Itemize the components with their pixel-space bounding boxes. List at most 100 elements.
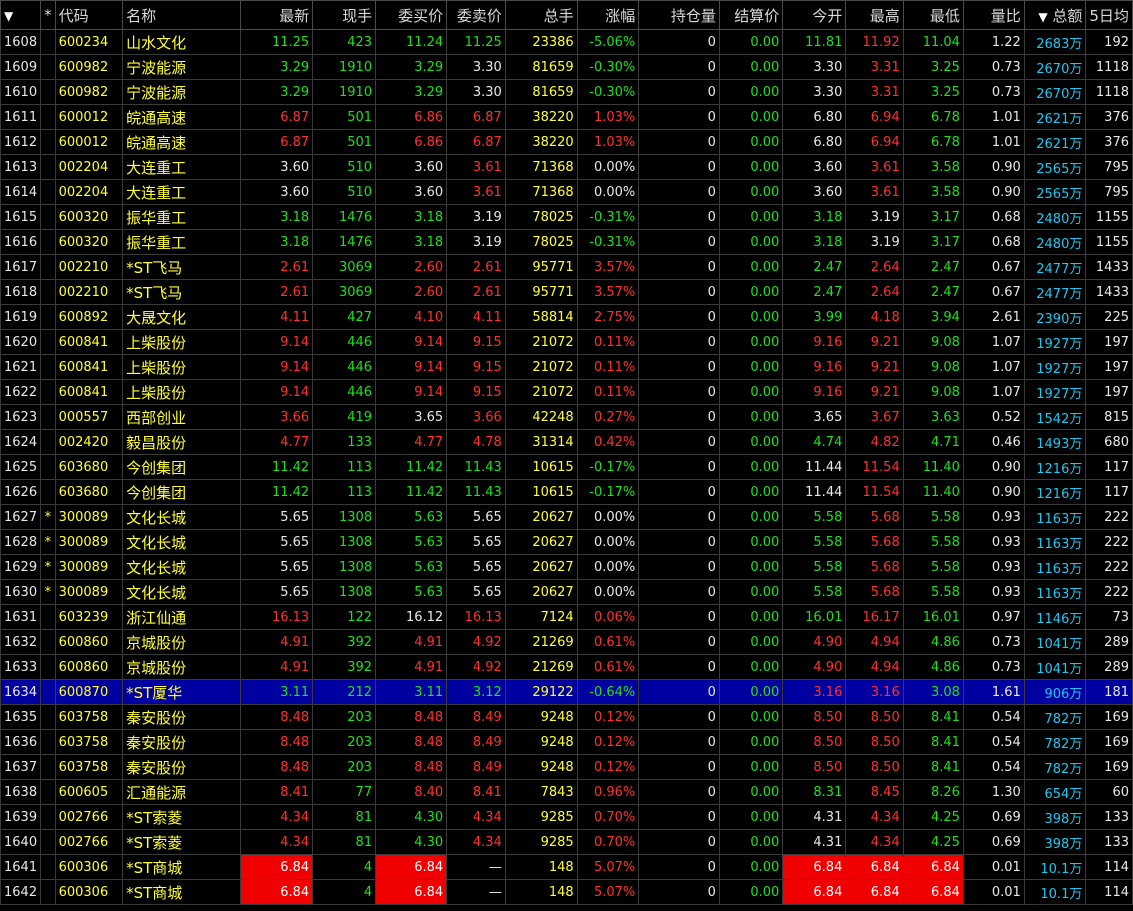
table-row[interactable]: 1639 002766 *ST索菱 4.34 81 4.30 4.34 9285 0.70% 0 0…	[0, 804, 1133, 830]
change-pct: 1.03%	[576, 129, 640, 155]
table-row[interactable]: 1611 600012 皖通高速 6.87 501 6.86 6.87 38220 1.03% 0…	[0, 104, 1133, 130]
total-amount: 2621万	[1023, 104, 1087, 130]
column-header-avg5[interactable]: 5日均	[1085, 0, 1133, 30]
table-row[interactable]: 1619 600892 大晟文化 4.11 427 4.10 4.11 58814 2.75% 0…	[0, 304, 1133, 330]
table-row[interactable]: 1640 002766 *ST索菱 4.34 81 4.30 4.34 9285 0.70% 0 0…	[0, 829, 1133, 855]
column-header-volume-ratio[interactable]: 量比	[962, 0, 1025, 30]
volume-ratio: 0.69	[962, 804, 1025, 830]
high-price: 5.68	[845, 579, 904, 605]
bid-price: 8.48	[375, 729, 448, 755]
table-row[interactable]: 1627 * 300089 文化长城 5.65 1308 5.63 5.65 20627 0.00…	[0, 504, 1133, 530]
last-price: 2.61	[239, 279, 314, 305]
total-volume: 29122	[504, 679, 578, 705]
table-row[interactable]: 1609 600982 宁波能源 3.29 1910 3.29 3.30 81659 -0.30…	[0, 54, 1133, 80]
favorite-marker: *	[40, 554, 56, 580]
volume-ratio: 1.01	[962, 129, 1025, 155]
total-volume: 78025	[504, 204, 578, 230]
table-row[interactable]: 1637 603758 秦安股份 8.48 203 8.48 8.49 9248 0.12% 0 0…	[0, 754, 1133, 780]
column-header-change-pct[interactable]: 涨幅	[576, 0, 640, 30]
table-row[interactable]: 1628 * 300089 文化长城 5.65 1308 5.63 5.65 20627 0.00…	[0, 529, 1133, 555]
current-volume: 1308	[312, 529, 377, 555]
last-price: 11.42	[239, 479, 314, 505]
column-header-high[interactable]: 最高	[845, 0, 904, 30]
table-row[interactable]: 1633 600860 京城股份 4.91 392 4.91 4.92 21269 0.61% 0…	[0, 654, 1133, 680]
column-header-bid[interactable]: 委买价	[375, 0, 448, 30]
table-row[interactable]: 1610 600982 宁波能源 3.29 1910 3.29 3.30 81659 -0.30…	[0, 79, 1133, 105]
column-header-settle[interactable]: 结算价	[718, 0, 784, 30]
table-row[interactable]: 1631 603239 浙江仙通 16.13 122 16.12 16.13 7124 0.06…	[0, 604, 1133, 630]
open-interest: 0	[638, 879, 720, 905]
change-pct: 0.70%	[576, 829, 640, 855]
change-pct: -0.64%	[576, 679, 640, 705]
stock-name: 今创集团	[122, 479, 241, 505]
table-row[interactable]: 1626 603680 今创集团 11.42 113 11.42 11.43 10615 -0.…	[0, 479, 1133, 505]
table-row[interactable]: 1632 600860 京城股份 4.91 392 4.91 4.92 21269 0.61% 0…	[0, 629, 1133, 655]
table-row[interactable]: 1629 * 300089 文化长城 5.65 1308 5.63 5.65 20627 0.00…	[0, 554, 1133, 580]
column-header-low[interactable]: 最低	[902, 0, 964, 30]
low-price: 5.58	[902, 529, 964, 555]
table-row[interactable]: 1614 002204 大连重工 3.60 510 3.60 3.61 71368 0.00% 0…	[0, 179, 1133, 205]
favorite-marker	[40, 154, 56, 180]
favorite-marker: *	[40, 529, 56, 555]
column-header-current-volume[interactable]: 现手	[312, 0, 377, 30]
quote-table: ▼ * 代码 名称 最新 现手 委买价 委卖价 总手 涨幅 持仓量 结算价 今开…	[0, 0, 1133, 905]
table-row[interactable]: 1620 600841 上柴股份 9.14 446 9.14 9.15 21072 0.11% 0…	[0, 329, 1133, 355]
volume-ratio: 0.73	[962, 79, 1025, 105]
table-row[interactable]: 1617 002210 *ST飞马 2.61 3069 2.60 2.61 95771 3.57…	[0, 254, 1133, 280]
open-interest: 0	[638, 54, 720, 80]
avg5-volume: 222	[1085, 554, 1133, 580]
total-amount: 1146万	[1023, 604, 1087, 630]
column-header-ask[interactable]: 委卖价	[446, 0, 506, 30]
change-pct: 1.03%	[576, 104, 640, 130]
total-amount: 2480万	[1023, 229, 1087, 255]
bid-price: 3.29	[375, 79, 448, 105]
menu-dropdown-icon[interactable]: ▼	[0, 0, 42, 30]
open-price: 3.16	[782, 679, 847, 705]
stock-name: 皖通高速	[122, 129, 241, 155]
volume-ratio: 0.97	[962, 604, 1025, 630]
open-price: 4.90	[782, 654, 847, 680]
table-row[interactable]: 1638 600605 汇通能源 8.41 77 8.40 8.41 7843 0.96% 0 0.…	[0, 779, 1133, 805]
column-header-code[interactable]: 代码	[54, 0, 124, 30]
column-header-amount[interactable]: ▼ 总额	[1023, 0, 1087, 30]
column-header-last[interactable]: 最新	[239, 0, 314, 30]
avg5-volume: 222	[1085, 579, 1133, 605]
table-row[interactable]: 1613 002204 大连重工 3.60 510 3.60 3.61 71368 0.00% 0…	[0, 154, 1133, 180]
column-header-total-volume[interactable]: 总手	[504, 0, 578, 30]
low-price: 9.08	[902, 354, 964, 380]
favorite-marker	[40, 829, 56, 855]
row-index: 1630	[0, 579, 42, 605]
table-row[interactable]: 1636 603758 秦安股份 8.48 203 8.48 8.49 9248 0.12% 0 0…	[0, 729, 1133, 755]
open-price: 8.50	[782, 704, 847, 730]
table-row[interactable]: 1641 600306 *ST商城 6.84 4 6.84—148 5.07% 0 0.00 6.…	[0, 854, 1133, 880]
column-header-open[interactable]: 今开	[782, 0, 847, 30]
table-row[interactable]: 1642 600306 *ST商城 6.84 4 6.84—148 5.07% 0 0.00 6.…	[0, 879, 1133, 905]
stock-name: 振华重工	[122, 204, 241, 230]
table-row[interactable]: 1624 002420 毅昌股份 4.77 133 4.77 4.78 31314 0.42% 0…	[0, 429, 1133, 455]
table-row[interactable]: 1634 600870 *ST厦华 3.11 212 3.11 3.12 29122 -0.64…	[0, 679, 1133, 705]
ask-price: 4.11	[446, 304, 506, 330]
low-price: 4.25	[902, 804, 964, 830]
current-volume: 392	[312, 629, 377, 655]
table-row[interactable]: 1622 600841 上柴股份 9.14 446 9.14 9.15 21072 0.11% 0…	[0, 379, 1133, 405]
star-column-header[interactable]: *	[40, 0, 56, 30]
high-price: 8.50	[845, 729, 904, 755]
column-header-name[interactable]: 名称	[122, 0, 241, 30]
table-row[interactable]: 1612 600012 皖通高速 6.87 501 6.86 6.87 38220 1.03% 0…	[0, 129, 1133, 155]
row-index: 1619	[0, 304, 42, 330]
table-row[interactable]: 1630 * 300089 文化长城 5.65 1308 5.63 5.65 20627 0.00…	[0, 579, 1133, 605]
table-row[interactable]: 1616 600320 振华重工 3.18 1476 3.18 3.19 78025 -0.31…	[0, 229, 1133, 255]
high-price: 3.31	[845, 79, 904, 105]
table-row[interactable]: 1635 603758 秦安股份 8.48 203 8.48 8.49 9248 0.12% 0 0…	[0, 704, 1133, 730]
column-header-open-interest[interactable]: 持仓量	[638, 0, 720, 30]
favorite-marker	[40, 804, 56, 830]
table-row[interactable]: 1608 600234 山水文化 11.25 423 11.24 11.25 23386 -5.…	[0, 29, 1133, 55]
total-amount: 2565万	[1023, 154, 1087, 180]
table-row[interactable]: 1621 600841 上柴股份 9.14 446 9.14 9.15 21072 0.11% 0…	[0, 354, 1133, 380]
open-price: 8.50	[782, 729, 847, 755]
table-row[interactable]: 1625 603680 今创集团 11.42 113 11.42 11.43 10615 -0.…	[0, 454, 1133, 480]
table-row[interactable]: 1623 000557 西部创业 3.66 419 3.65 3.66 42248 0.27% 0…	[0, 404, 1133, 430]
current-volume: 1910	[312, 54, 377, 80]
table-row[interactable]: 1618 002210 *ST飞马 2.61 3069 2.60 2.61 95771 3.57…	[0, 279, 1133, 305]
table-row[interactable]: 1615 600320 振华重工 3.18 1476 3.18 3.19 78025 -0.31…	[0, 204, 1133, 230]
